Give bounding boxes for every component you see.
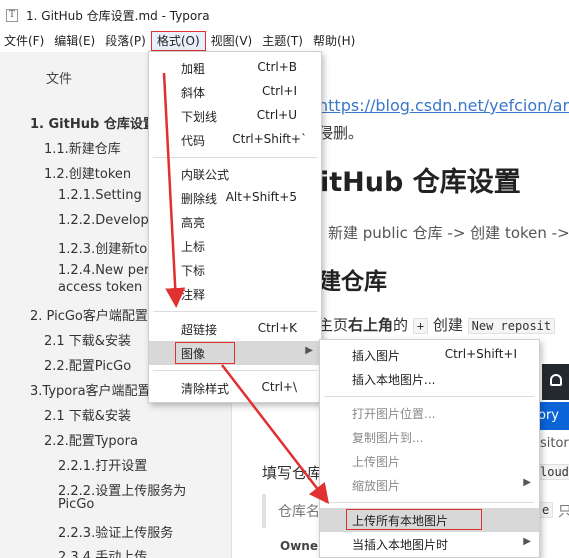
menu-item-clear-format[interactable]: 清除样式 Ctrl+\ <box>149 376 321 400</box>
toc-item[interactable]: 1.2.3.创建新tok <box>58 238 155 257</box>
menu-format[interactable]: 格式(O) <box>150 31 206 51</box>
editor-text: 填写仓库 <box>262 464 323 482</box>
submenu-item-insert-local-image[interactable]: 插入本地图片... <box>320 367 539 391</box>
toc-item-continued[interactable]: access token <box>58 280 142 295</box>
typora-app-icon: T <box>6 8 18 22</box>
para-text: 的 <box>393 316 409 334</box>
menu-item-subscript[interactable]: 下标 <box>149 258 321 282</box>
menu-file[interactable]: 文件(F) <box>0 31 49 51</box>
menu-item-italic[interactable]: 斜体 Ctrl+I <box>149 80 321 104</box>
toc-item-continued[interactable]: PicGo <box>58 497 94 512</box>
menu-item-highlight[interactable]: 高亮 <box>149 210 321 234</box>
menu-item-bold[interactable]: 加粗 Ctrl+B <box>149 56 321 80</box>
menu-item-strikethrough[interactable]: 删除线 Alt+Shift+5 <box>149 186 321 210</box>
toc-item[interactable]: 2.1 下载&安装 <box>44 405 131 424</box>
submenu-arrow-icon: ▶ <box>523 536 531 547</box>
submenu-item-copy-image-to[interactable]: 复制图片到... <box>320 425 539 449</box>
toc-item[interactable]: 2.2.配置PicGo <box>44 355 131 374</box>
submenu-arrow-icon: ▶ <box>523 477 531 488</box>
title-bar: T 1. GitHub 仓库设置.md - Typora <box>0 0 569 30</box>
menu-theme[interactable]: 主题(T) <box>257 31 308 51</box>
bell-icon <box>550 374 562 386</box>
toc-item[interactable]: 1.1.新建仓库 <box>44 138 121 157</box>
menu-separator <box>153 311 317 312</box>
toc-item[interactable]: 1.2.1.Setting <box>58 188 142 203</box>
para-text: 主页 <box>318 316 349 334</box>
heading-2: 建仓库 <box>318 269 387 295</box>
submenu-item-upload-all-local-images[interactable]: 上传所有本地图片 <box>320 508 539 532</box>
submenu-item-on-insert-local-image[interactable]: 当插入本地图片时 ▶ <box>320 532 539 556</box>
inline-code: New reposit <box>467 318 556 334</box>
menu-bar: 文件(F) 编辑(E) 段落(P) 格式(O) 视图(V) 主题(T) 帮助(H… <box>0 30 569 52</box>
menu-separator <box>153 157 317 158</box>
inline-code: + <box>412 318 429 334</box>
toc-item[interactable]: 2.2.3.验证上传服务 <box>58 522 173 541</box>
screenshot-header <box>542 364 569 400</box>
menu-help[interactable]: 帮助(H) <box>308 31 360 51</box>
editor-paragraph: 主页右上角的 + 创建 New reposit <box>318 314 556 335</box>
blockquote-bar <box>262 494 266 528</box>
submenu-item-upload-image[interactable]: 上传图片 <box>320 449 539 473</box>
toc-item[interactable]: 1. GitHub 仓库设置 <box>30 113 156 132</box>
submenu-item-open-image-location[interactable]: 打开图片位置... <box>320 401 539 425</box>
toc-item[interactable]: 1.2.4.New pers <box>58 263 156 278</box>
format-menu: 加粗 Ctrl+B 斜体 Ctrl+I 下划线 Ctrl+U 代码 Ctrl+Shift… <box>148 51 322 403</box>
toc-item[interactable]: 1.2.2.Develope <box>58 213 157 228</box>
toc-item[interactable]: 3.Typora客户端配置 <box>30 380 151 399</box>
steps-text: 新建 public 仓库 -> 创建 token -> 复 <box>328 224 569 242</box>
source-link[interactable]: https://blog.csdn.net/yefcion/articl <box>318 96 569 115</box>
editor-text: 侵删。 <box>318 124 364 142</box>
menu-paragraph[interactable]: 段落(P) <box>100 31 151 51</box>
window-title: 1. GitHub 仓库设置.md - Typora <box>26 8 210 23</box>
menu-separator <box>324 396 534 397</box>
toc-item[interactable]: 2.3.4 手动上传 <box>58 546 147 558</box>
editor-text: sitor <box>540 436 569 451</box>
menu-separator <box>153 370 317 371</box>
toc-item[interactable]: 2.1 下载&安装 <box>44 330 131 349</box>
menu-separator <box>324 502 534 503</box>
sidebar-header-files[interactable]: 文件 <box>46 68 72 87</box>
blockquote-text: 仓库名 <box>278 504 320 520</box>
submenu-arrow-icon: ▶ <box>305 345 313 356</box>
menu-view[interactable]: 视图(V) <box>206 31 258 51</box>
inline-code: loud <box>536 464 569 480</box>
menu-item-code[interactable]: 代码 Ctrl+Shift+` <box>149 128 321 152</box>
inline-code: e <box>538 502 554 518</box>
blockquote-text: 只 <box>558 504 569 520</box>
para-text: 创建 <box>432 316 463 334</box>
image-submenu: 插入图片 Ctrl+Shift+I 插入本地图片... 打开图片位置... 复制图… <box>319 339 540 558</box>
submenu-item-insert-image[interactable]: 插入图片 Ctrl+Shift+I <box>320 343 539 367</box>
menu-item-hyperlink[interactable]: 超链接 Ctrl+K <box>149 317 321 341</box>
toc-item[interactable]: 1.2.创建token <box>44 163 131 182</box>
para-bold-text: 右上角 <box>348 316 394 334</box>
menu-item-underline[interactable]: 下划线 Ctrl+U <box>149 104 321 128</box>
editor-text: Owner <box>280 539 324 553</box>
menu-edit[interactable]: 编辑(E) <box>49 31 100 51</box>
menu-item-comment[interactable]: 注释 <box>149 282 321 306</box>
menu-item-image[interactable]: 图像 ▶ <box>149 341 321 365</box>
heading-1: itHub 仓库设置 <box>320 167 521 198</box>
menu-item-superscript[interactable]: 上标 <box>149 234 321 258</box>
toc-item[interactable]: 2.2.1.打开设置 <box>58 455 147 474</box>
submenu-item-zoom-image[interactable]: 缩放图片 ▶ <box>320 473 539 497</box>
toc-item[interactable]: 2. PicGo客户端配置 <box>30 305 148 324</box>
toc-item[interactable]: 2.2.配置Typora <box>44 430 138 449</box>
menu-item-inline-math[interactable]: 内联公式 <box>149 162 321 186</box>
